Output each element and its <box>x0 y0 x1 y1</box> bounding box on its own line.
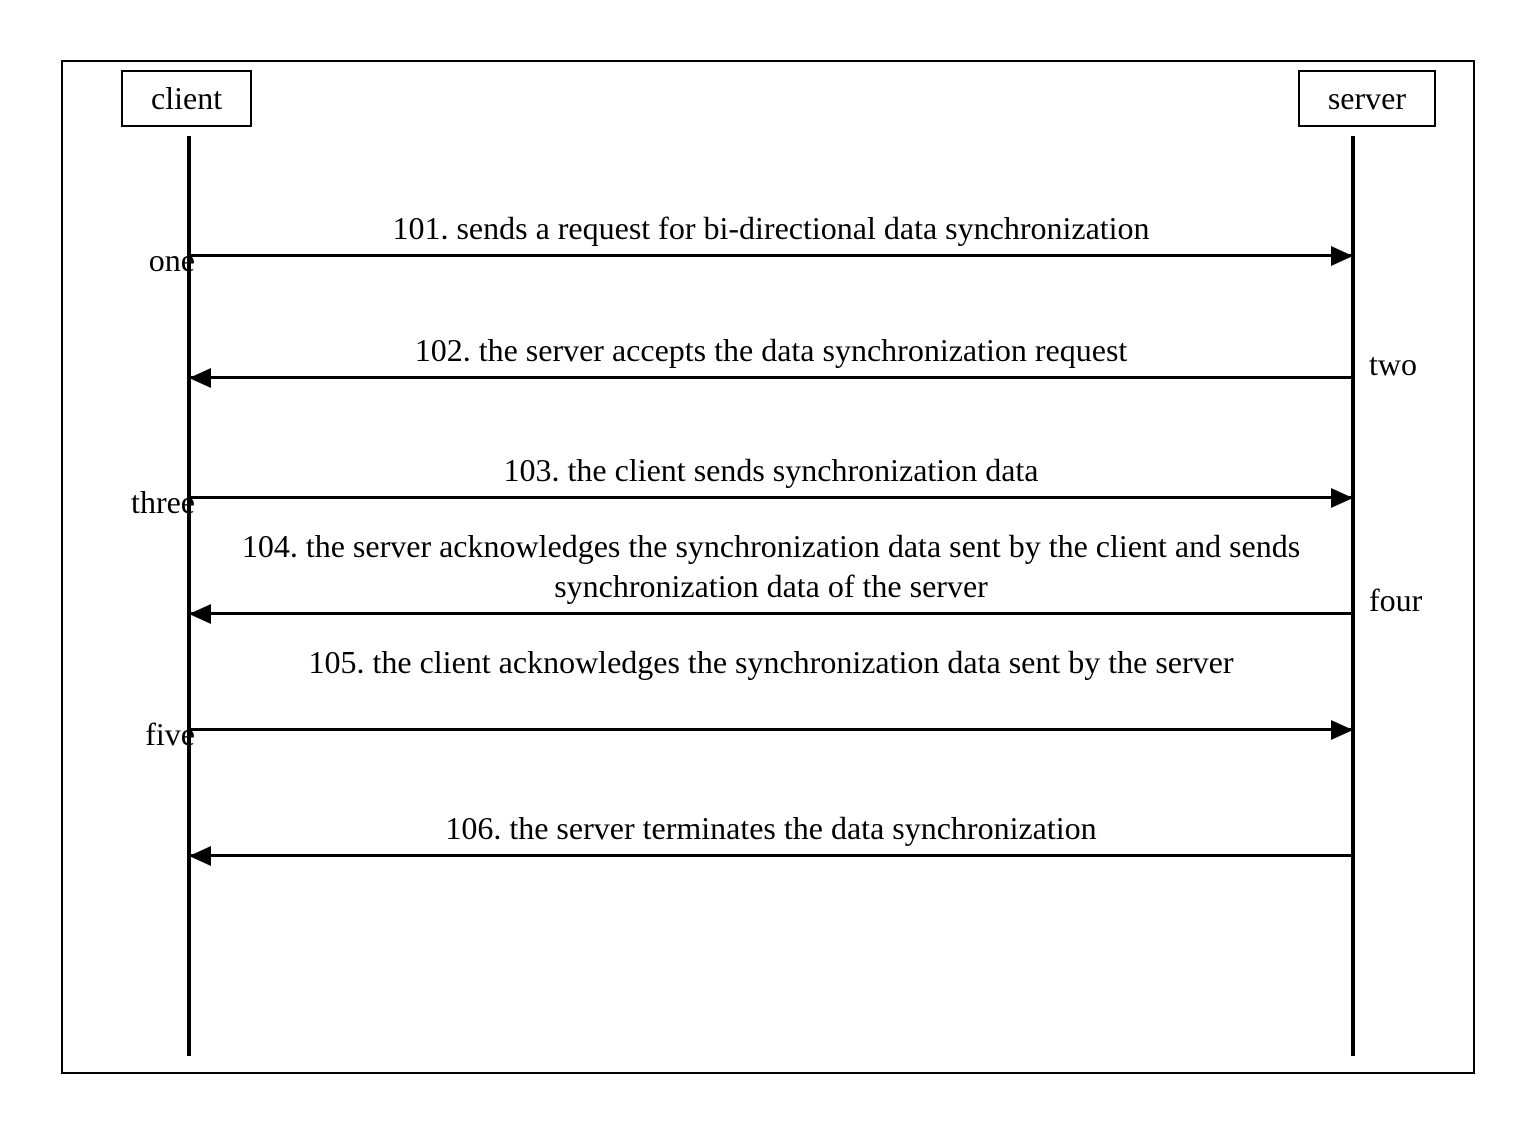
message-103-label: 103. the client sends synchronization da… <box>211 450 1331 490</box>
message-105-label: 105. the client acknowledges the synchro… <box>211 642 1331 682</box>
server-label: server <box>1328 80 1406 116</box>
message-106-label: 106. the server terminates the data sync… <box>211 808 1331 848</box>
client-actor: client <box>121 70 252 127</box>
arrow-104 <box>191 612 1351 615</box>
phase-one: one <box>75 242 195 279</box>
arrow-102 <box>191 376 1351 379</box>
phase-two: two <box>1369 346 1417 383</box>
arrow-106 <box>191 854 1351 857</box>
server-actor: server <box>1298 70 1436 127</box>
phase-three: three <box>75 484 195 521</box>
sequence-diagram: client server 101. sends a request for b… <box>41 40 1491 1090</box>
phase-five: five <box>75 716 195 753</box>
message-101-label: 101. sends a request for bi-directional … <box>211 208 1331 248</box>
arrow-105 <box>191 728 1351 731</box>
message-104-label: 104. the server acknowledges the synchro… <box>211 526 1331 606</box>
arrow-101 <box>191 254 1351 257</box>
message-102-label: 102. the server accepts the data synchro… <box>211 330 1331 370</box>
arrow-103 <box>191 496 1351 499</box>
phase-four: four <box>1369 582 1422 619</box>
server-lifeline <box>1351 136 1355 1056</box>
client-label: client <box>151 80 222 116</box>
